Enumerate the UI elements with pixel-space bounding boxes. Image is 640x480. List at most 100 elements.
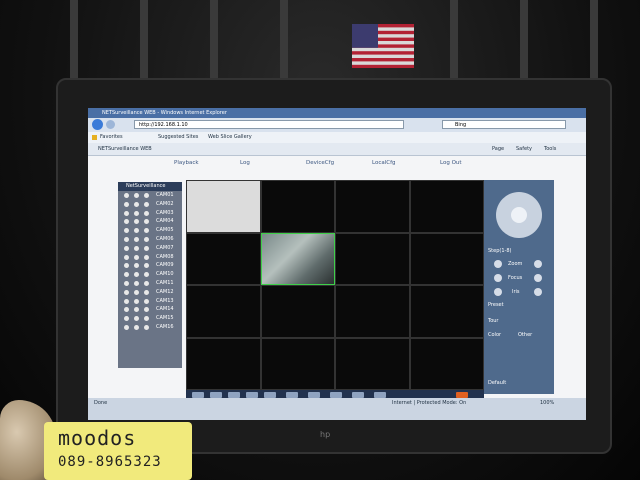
suggested-sites-link[interactable]: Suggested Sites xyxy=(158,132,198,143)
camera-item[interactable]: CAM11 xyxy=(118,279,182,288)
video-cell[interactable] xyxy=(260,337,335,390)
camera-toggle-icon[interactable] xyxy=(134,236,139,242)
video-cell[interactable] xyxy=(186,232,261,285)
camera-toggle-icon[interactable] xyxy=(124,272,129,278)
other-tab[interactable]: Other xyxy=(518,332,532,338)
camera-toggle-icon[interactable] xyxy=(134,219,139,225)
camera-item[interactable]: CAM03 xyxy=(118,209,182,218)
camera-item[interactable]: CAM02 xyxy=(118,200,182,209)
menu-devicecfg[interactable]: DeviceCfg xyxy=(306,160,334,166)
menu-localcfg[interactable]: LocalCfg xyxy=(372,160,396,166)
favorites-star-icon[interactable] xyxy=(92,135,97,140)
camera-toggle-icon[interactable] xyxy=(144,236,149,242)
web-slice-link[interactable]: Web Slice Gallery xyxy=(208,132,252,143)
camera-toggle-icon[interactable] xyxy=(124,316,129,322)
camera-item[interactable]: CAM01 xyxy=(118,191,182,200)
camera-toggle-icon[interactable] xyxy=(144,245,149,251)
video-cell[interactable] xyxy=(409,285,484,338)
camera-toggle-icon[interactable] xyxy=(144,272,149,278)
video-cell[interactable] xyxy=(186,180,261,233)
camera-toggle-icon[interactable] xyxy=(134,316,139,322)
camera-toggle-icon[interactable] xyxy=(144,219,149,225)
ptz-direction-wheel[interactable] xyxy=(496,192,542,238)
camera-toggle-icon[interactable] xyxy=(144,254,149,260)
camera-toggle-icon[interactable] xyxy=(124,236,129,242)
camera-toggle-icon[interactable] xyxy=(124,280,129,286)
camera-item[interactable]: CAM14 xyxy=(118,305,182,314)
camera-toggle-icon[interactable] xyxy=(134,245,139,251)
camera-toggle-icon[interactable] xyxy=(144,324,149,330)
menu-logout[interactable]: Log Out xyxy=(440,160,462,166)
video-cell[interactable] xyxy=(186,337,261,390)
camera-toggle-icon[interactable] xyxy=(124,201,129,207)
camera-toggle-icon[interactable] xyxy=(124,324,129,330)
camera-toggle-icon[interactable] xyxy=(124,307,129,313)
focus-far-button[interactable] xyxy=(534,274,542,282)
camera-toggle-icon[interactable] xyxy=(134,228,139,234)
camera-item[interactable]: CAM04 xyxy=(118,217,182,226)
camera-toggle-icon[interactable] xyxy=(124,298,129,304)
camera-toggle-icon[interactable] xyxy=(134,254,139,260)
camera-toggle-icon[interactable] xyxy=(144,201,149,207)
camera-toggle-icon[interactable] xyxy=(144,210,149,216)
video-cell[interactable] xyxy=(335,285,410,338)
camera-toggle-icon[interactable] xyxy=(144,263,149,269)
back-icon[interactable] xyxy=(92,119,103,130)
search-input[interactable]: Bing xyxy=(442,120,566,129)
address-input[interactable]: http://192.168.1.10 xyxy=(134,120,404,129)
video-cell[interactable] xyxy=(186,285,261,338)
camera-toggle-icon[interactable] xyxy=(134,324,139,330)
camera-toggle-icon[interactable] xyxy=(124,245,129,251)
camera-toggle-icon[interactable] xyxy=(134,210,139,216)
camera-toggle-icon[interactable] xyxy=(124,254,129,260)
camera-toggle-icon[interactable] xyxy=(144,316,149,322)
camera-toggle-icon[interactable] xyxy=(124,210,129,216)
camera-item[interactable]: CAM15 xyxy=(118,314,182,323)
camera-toggle-icon[interactable] xyxy=(124,289,129,295)
video-cell[interactable] xyxy=(409,232,484,285)
camera-item[interactable]: CAM08 xyxy=(118,253,182,262)
camera-toggle-icon[interactable] xyxy=(124,263,129,269)
camera-toggle-icon[interactable] xyxy=(134,289,139,295)
camera-toggle-icon[interactable] xyxy=(134,307,139,313)
video-cell[interactable] xyxy=(335,337,410,390)
favorites-button[interactable]: Favorites xyxy=(100,132,123,143)
video-cell[interactable] xyxy=(335,232,410,285)
iris-open-button[interactable] xyxy=(534,288,542,296)
camera-toggle-icon[interactable] xyxy=(144,307,149,313)
camera-item[interactable]: CAM10 xyxy=(118,270,182,279)
camera-toggle-icon[interactable] xyxy=(124,228,129,234)
safety-menu[interactable]: Safety xyxy=(516,143,532,155)
camera-toggle-icon[interactable] xyxy=(134,263,139,269)
video-cell[interactable] xyxy=(335,180,410,233)
camera-toggle-icon[interactable] xyxy=(134,193,139,198)
camera-toggle-icon[interactable] xyxy=(134,272,139,278)
camera-toggle-icon[interactable] xyxy=(134,201,139,207)
camera-item[interactable]: CAM09 xyxy=(118,261,182,270)
camera-toggle-icon[interactable] xyxy=(144,228,149,234)
video-cell[interactable] xyxy=(260,232,335,285)
video-cell[interactable] xyxy=(260,285,335,338)
iris-close-button[interactable] xyxy=(494,288,502,296)
camera-item[interactable]: CAM06 xyxy=(118,235,182,244)
camera-item[interactable]: CAM13 xyxy=(118,297,182,306)
focus-near-button[interactable] xyxy=(494,274,502,282)
page-menu[interactable]: Page xyxy=(492,143,504,155)
video-cell[interactable] xyxy=(409,337,484,390)
camera-toggle-icon[interactable] xyxy=(134,280,139,286)
camera-item[interactable]: CAM12 xyxy=(118,288,182,297)
camera-toggle-icon[interactable] xyxy=(124,193,129,198)
camera-toggle-icon[interactable] xyxy=(144,289,149,295)
zoom-level[interactable]: 100% xyxy=(540,400,554,406)
tools-menu[interactable]: Tools xyxy=(544,143,556,155)
tab-netsurveillance[interactable]: NETSurveillance WEB xyxy=(98,143,152,155)
forward-icon[interactable] xyxy=(106,120,115,129)
camera-item[interactable]: CAM16 xyxy=(118,323,182,332)
camera-item[interactable]: CAM05 xyxy=(118,226,182,235)
zoom-in-button[interactable] xyxy=(534,260,542,268)
video-cell[interactable] xyxy=(409,180,484,233)
camera-toggle-icon[interactable] xyxy=(144,280,149,286)
camera-toggle-icon[interactable] xyxy=(124,219,129,225)
video-cell[interactable] xyxy=(260,180,335,233)
camera-toggle-icon[interactable] xyxy=(134,298,139,304)
